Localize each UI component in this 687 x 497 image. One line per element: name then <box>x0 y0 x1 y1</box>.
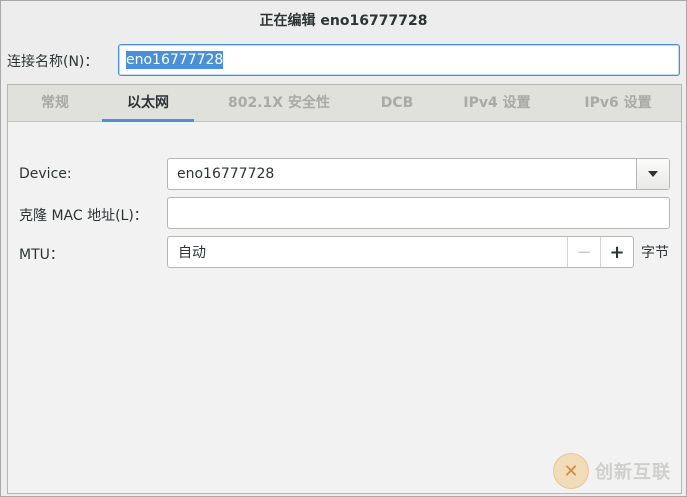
tab-ethernet[interactable]: 以太网 <box>102 85 194 122</box>
watermark-logo-icon: ✕ <box>553 453 589 489</box>
tab-ipv6-settings[interactable]: IPv6 设置 <box>572 85 664 121</box>
mtu-increment-button[interactable]: + <box>600 237 633 267</box>
mtu-unit-label: 字节 <box>641 245 669 261</box>
mtu-label: MTU： <box>19 247 64 263</box>
mtu-spinbutton[interactable]: 自动 − + <box>167 236 634 268</box>
tab-dcb[interactable]: DCB <box>368 85 426 121</box>
edit-connection-window: 正在编辑 eno16777728 连接名称(N)： eno16777728 常规… <box>0 0 687 497</box>
watermark-text: 创新互联 <box>595 462 671 483</box>
tab-bar: 常规 以太网 802.1X 安全性 DCB IPv4 设置 IPv6 设置 <box>8 85 681 122</box>
connection-name-value: eno16777728 <box>126 51 224 69</box>
tab-general[interactable]: 常规 <box>24 85 86 121</box>
tab-ipv4-settings[interactable]: IPv4 设置 <box>452 85 542 121</box>
cloned-mac-label: 克隆 MAC 地址(L)： <box>19 208 148 224</box>
settings-notebook: 常规 以太网 802.1X 安全性 DCB IPv4 设置 IPv6 设置 De… <box>7 84 682 494</box>
connection-name-label: 连接名称(N)： <box>7 54 99 70</box>
device-value: eno16777728 <box>177 166 275 182</box>
mtu-value: 自动 <box>178 245 206 261</box>
watermark: ✕ 创新互联 <box>553 453 671 489</box>
window-title-text: 正在编辑 eno16777728 <box>259 13 428 29</box>
device-combobox[interactable]: eno16777728 <box>167 158 670 190</box>
cloned-mac-input[interactable] <box>167 197 670 229</box>
device-label: Device: <box>19 166 72 182</box>
tab-8021x-security[interactable]: 802.1X 安全性 <box>214 85 344 121</box>
connection-name-input[interactable]: eno16777728 <box>118 44 680 76</box>
mtu-decrement-button[interactable]: − <box>567 237 600 267</box>
chevron-down-icon <box>648 171 658 177</box>
window-title: 正在编辑 eno16777728 <box>1 1 686 39</box>
dropdown-button[interactable] <box>636 159 669 189</box>
